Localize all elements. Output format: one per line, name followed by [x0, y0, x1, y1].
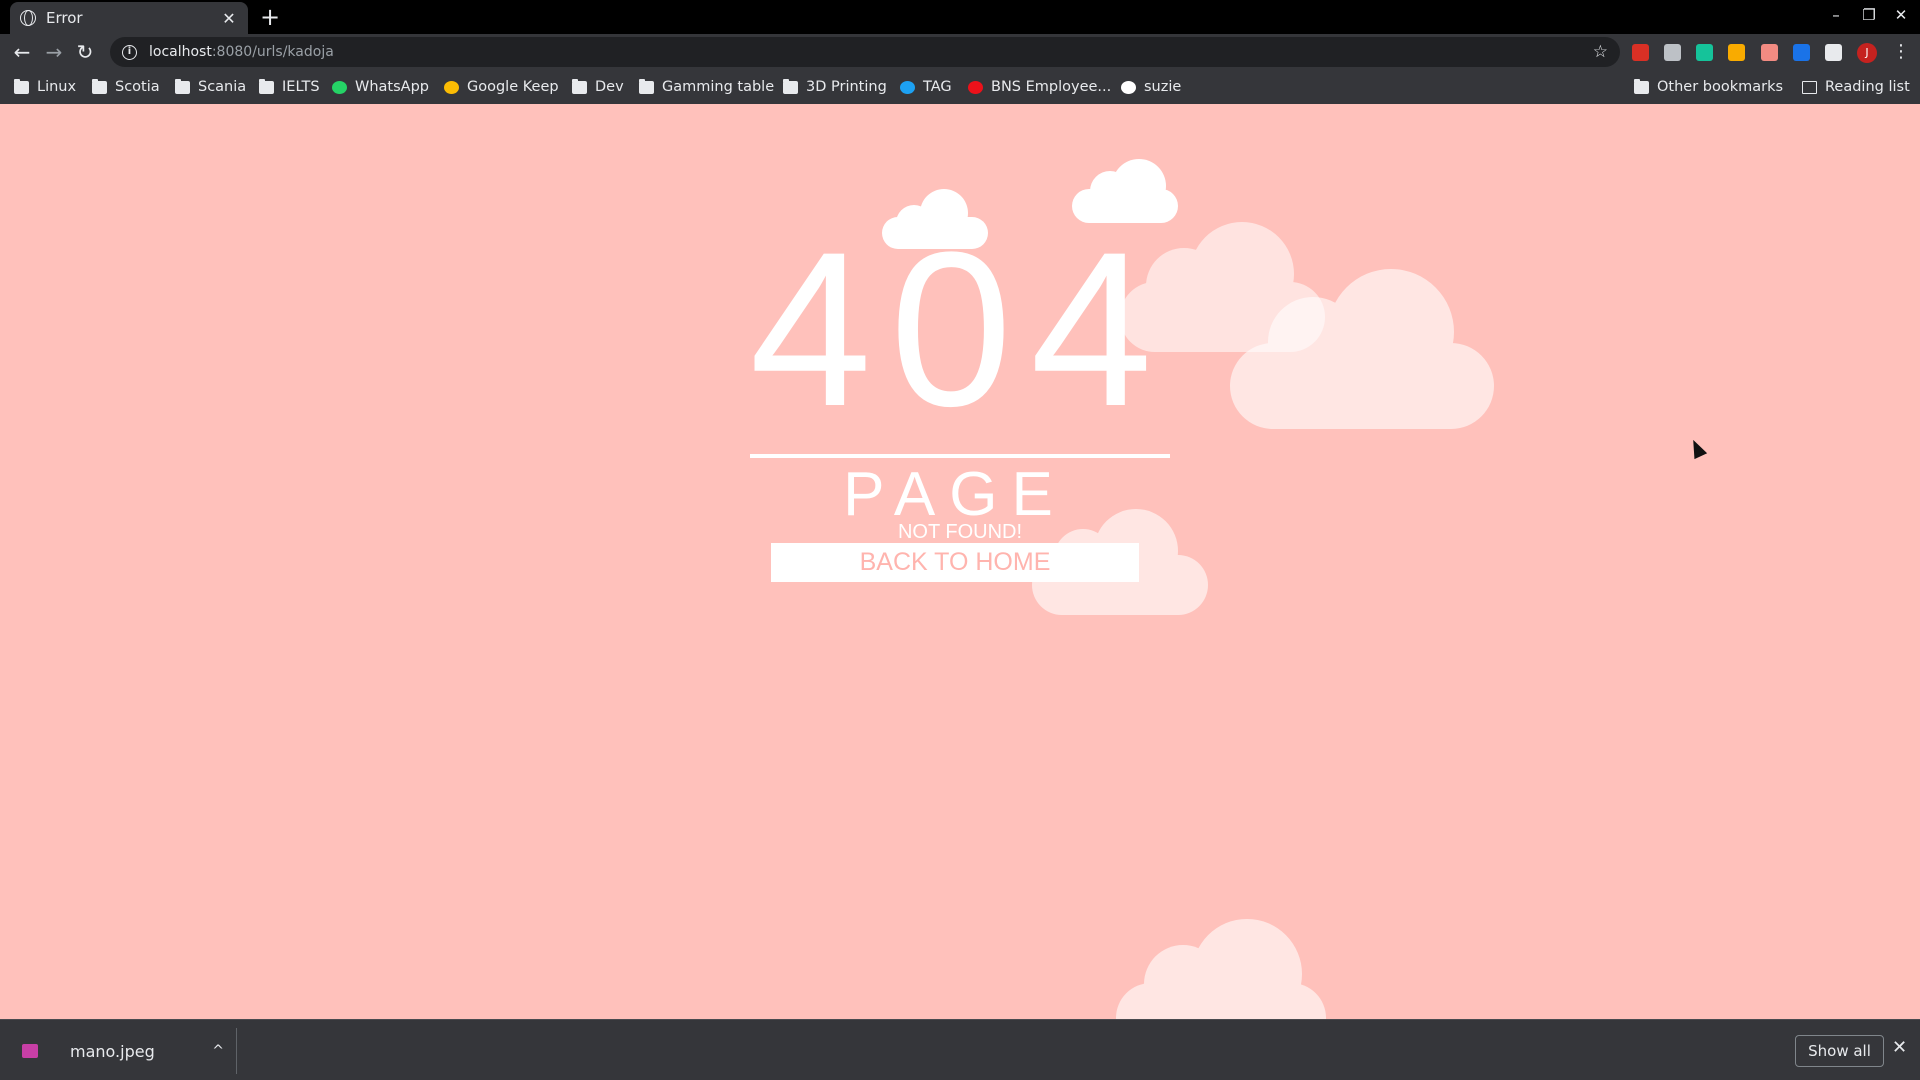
bookmark-linux[interactable]: Linux	[14, 77, 76, 97]
bookmark-dev[interactable]: Dev	[572, 77, 624, 97]
not-found-text: NOT FOUND!	[897, 521, 1023, 543]
browser-toolbar: ← → ↻ i localhost :8080/urls/kadoja ☆ J …	[0, 34, 1920, 70]
download-bar: mano.jpeg ^ Show all ✕	[0, 1019, 1920, 1080]
bookmark-label: TAG	[923, 79, 952, 95]
bookmark-3d-printing[interactable]: 3D Printing	[783, 77, 887, 97]
close-download-bar-icon[interactable]: ✕	[1892, 1037, 1907, 1058]
folder-icon	[259, 78, 274, 94]
tab-title: Error	[46, 9, 83, 27]
active-tab[interactable]: Error ✕	[10, 2, 248, 34]
page-heading: PAGE	[843, 460, 1067, 529]
cloud-shape	[1116, 919, 1326, 1019]
sync-extension-icon[interactable]	[1793, 44, 1810, 61]
bookmark-label: Gamming table	[662, 79, 775, 95]
error-code: 404	[749, 206, 1171, 452]
image-file-icon	[22, 1044, 38, 1058]
bookmark-label: 3D Printing	[806, 79, 887, 95]
scotiabank-icon	[968, 80, 983, 94]
bookmarks-bar: Linux Scotia Scania IELTS WhatsApp Google Kee…	[0, 70, 1920, 104]
bookmark-bns-employee[interactable]: BNS Employee...	[968, 77, 1111, 97]
chrome-menu-icon[interactable]: ⋮	[1892, 41, 1910, 62]
close-window-button[interactable]: ✕	[1891, 6, 1911, 24]
divider-line	[750, 454, 1170, 458]
profile-avatar[interactable]: J	[1857, 43, 1877, 63]
download-filename: mano.jpeg	[70, 1041, 155, 1061]
mouse-cursor-icon	[1686, 436, 1708, 460]
bookmark-scotia[interactable]: Scotia	[92, 77, 160, 97]
reading-list-label: Reading list	[1825, 79, 1910, 95]
pin-extension-icon[interactable]	[1728, 44, 1745, 61]
minimize-button[interactable]: –	[1826, 6, 1846, 24]
forward-button[interactable]: →	[42, 40, 66, 64]
bookmark-label: suzie	[1144, 79, 1182, 95]
other-bookmarks[interactable]: Other bookmarks	[1634, 77, 1783, 97]
url-host: localhost	[149, 44, 212, 60]
url-path: :8080/urls/kadoja	[211, 44, 334, 60]
reading-list[interactable]: Reading list	[1802, 77, 1910, 97]
twitter-icon	[900, 80, 915, 94]
bookmark-star-icon[interactable]: ☆	[1593, 42, 1608, 62]
bookmark-tag[interactable]: TAG	[900, 77, 952, 97]
whatsapp-icon	[332, 80, 347, 94]
branch-extension-icon[interactable]	[1761, 44, 1778, 61]
google-keep-icon	[444, 80, 459, 94]
reload-button[interactable]: ↻	[73, 40, 97, 64]
bookmark-gamming-table[interactable]: Gamming table	[639, 77, 774, 97]
new-tab-button[interactable]: +	[260, 4, 280, 30]
folder-icon	[783, 78, 798, 94]
folder-icon	[639, 78, 654, 94]
show-all-button[interactable]: Show all	[1795, 1035, 1884, 1067]
maximize-button[interactable]: ❐	[1859, 6, 1879, 24]
chevron-up-icon[interactable]: ^	[212, 1043, 224, 1059]
bookmark-label: WhatsApp	[355, 79, 429, 95]
back-to-home-button[interactable]: BACK TO HOME	[771, 543, 1139, 582]
tab-close-icon[interactable]: ✕	[220, 9, 238, 28]
bookmark-label: Linux	[37, 79, 77, 95]
folder-icon	[572, 78, 587, 94]
tab-strip: Error ✕ + – ❐ ✕	[0, 0, 1920, 34]
puzzle-piece-extension-icon[interactable]	[1664, 44, 1681, 61]
reading-list-icon	[1802, 80, 1817, 94]
amazon-icon	[1121, 80, 1136, 94]
site-info-icon[interactable]: i	[122, 44, 137, 60]
folder-icon	[1634, 78, 1649, 94]
bookmark-ielts[interactable]: IELTS	[259, 77, 320, 97]
address-bar[interactable]: i localhost :8080/urls/kadoja ☆	[110, 37, 1620, 67]
bookmark-scania[interactable]: Scania	[175, 77, 246, 97]
folder-icon	[175, 78, 190, 94]
error-page: 404 PAGE NOT FOUND! BACK TO HOME	[0, 104, 1920, 1019]
bookmark-label: Google Keep	[467, 79, 559, 95]
bookmark-label: Dev	[595, 79, 624, 95]
bookmark-label: IELTS	[282, 79, 320, 95]
chart-extension-icon[interactable]	[1632, 44, 1649, 61]
grammarly-extension-icon[interactable]	[1696, 44, 1713, 61]
globe-icon	[20, 10, 36, 26]
bookmark-label: Scania	[198, 79, 247, 95]
folder-icon	[14, 78, 29, 94]
divider	[236, 1028, 237, 1074]
bookmark-whatsapp[interactable]: WhatsApp	[332, 77, 429, 97]
download-item[interactable]: mano.jpeg ^	[10, 1028, 236, 1074]
back-button[interactable]: ←	[10, 40, 34, 64]
bookmark-google-keep[interactable]: Google Keep	[444, 77, 559, 97]
bookmark-suzie[interactable]: suzie	[1121, 77, 1181, 97]
extensions-icon[interactable]	[1825, 44, 1842, 61]
cloud-shape	[1230, 269, 1494, 429]
bookmark-label: Scotia	[115, 79, 160, 95]
other-bookmarks-label: Other bookmarks	[1657, 79, 1784, 95]
folder-icon	[92, 78, 107, 94]
bookmark-label: BNS Employee...	[991, 79, 1112, 95]
